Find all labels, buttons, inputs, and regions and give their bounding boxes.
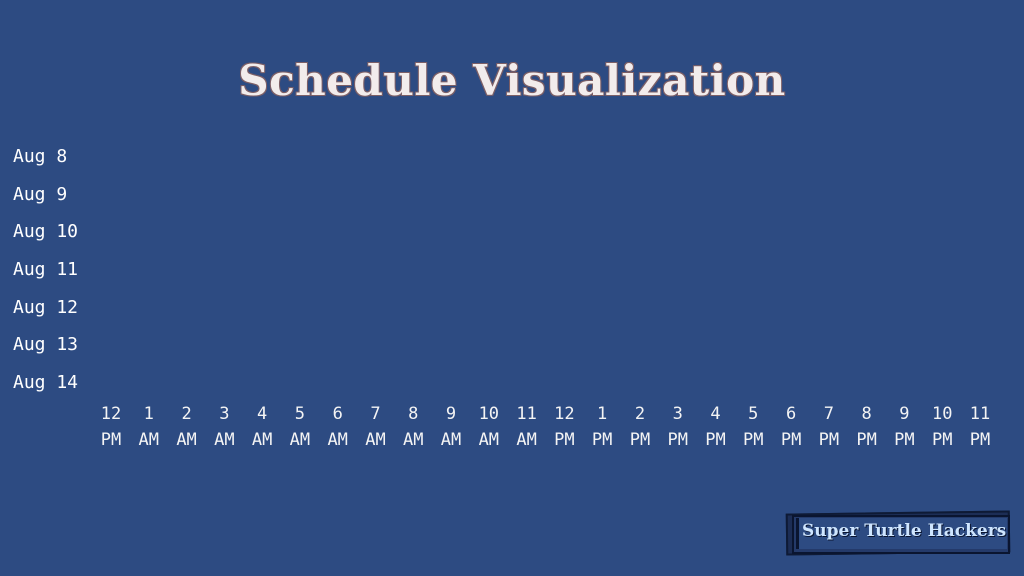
hour-tick-ampm: PM xyxy=(969,430,991,450)
hour-tick: 5 AM xyxy=(280,401,320,453)
hour-tick-ampm: PM xyxy=(743,430,764,450)
hour-tick: 5 PM xyxy=(733,401,773,453)
hour-tick-ampm: AM xyxy=(138,430,160,450)
hour-tick-ampm: PM xyxy=(100,430,122,450)
hour-tick: 6 PM xyxy=(771,401,811,453)
hour-tick: 4 AM xyxy=(242,401,282,453)
day-label: Aug 12 xyxy=(13,296,79,318)
hour-tick: 12 PM xyxy=(544,401,584,453)
day-label: Aug 10 xyxy=(13,221,79,243)
hour-tick: 8 PM xyxy=(847,401,887,453)
hour-tick-number: 3 xyxy=(219,404,230,424)
hour-tick: 2 AM xyxy=(167,401,207,453)
hour-tick: 9 AM xyxy=(431,401,471,453)
hour-tick-number: 9 xyxy=(445,404,457,424)
hour-tick: 11 PM xyxy=(960,401,1000,453)
hour-tick-ampm: AM xyxy=(327,430,348,450)
logo-text: Super Turtle Hackers xyxy=(802,521,1007,541)
hour-tick: 1 PM xyxy=(582,401,622,453)
hour-tick-number: 5 xyxy=(294,404,306,424)
hour-tick: 2 PM xyxy=(620,401,660,453)
hour-tick-ampm: PM xyxy=(591,430,613,450)
hour-tick-number: 11 xyxy=(969,404,991,424)
hour-tick: 3 AM xyxy=(204,401,244,453)
hour-tick-number: 7 xyxy=(370,404,381,424)
hour-tick-ampm: PM xyxy=(818,430,840,450)
hour-tick: 7 AM xyxy=(355,401,395,453)
hour-tick-ampm: PM xyxy=(554,430,575,450)
hour-tick: 8 AM xyxy=(393,401,433,453)
hour-tick-number: 7 xyxy=(823,404,834,424)
hour-tick: 7 PM xyxy=(809,401,849,453)
hour-tick-number: 5 xyxy=(748,404,759,424)
hour-tick-ampm: PM xyxy=(667,430,688,450)
hour-axis: 12 PM 1 AM 2 AM 3 AM 4 AM 5 AM 6 AM 7 AM 8 AM 9 AM 10 AM 11 AM 1… xyxy=(0,401,1024,461)
hour-tick-ampm: AM xyxy=(440,430,462,450)
hour-tick-ampm: AM xyxy=(403,430,424,450)
hour-tick-number: 6 xyxy=(332,404,343,424)
hour-tick-number: 2 xyxy=(634,404,646,424)
hour-tick-ampm: AM xyxy=(251,430,273,450)
hour-tick-number: 8 xyxy=(861,404,872,424)
hour-tick-ampm: PM xyxy=(856,430,877,450)
day-label: Aug 8 xyxy=(13,146,68,167)
hour-tick: 10 PM xyxy=(922,401,962,453)
day-label-list: Aug 8 Aug 9 Aug 10 Aug 11 Aug 12 Aug 13 Aug 14 xyxy=(13,144,78,408)
hour-tick-number: 12 xyxy=(100,404,122,424)
hour-tick-number: 6 xyxy=(785,404,797,424)
hour-tick-number: 12 xyxy=(554,404,575,424)
page-title: Schedule Visualization xyxy=(238,56,786,105)
hour-tick-number: 10 xyxy=(931,404,953,424)
hour-tick-number: 2 xyxy=(181,404,192,424)
hour-tick: 10 AM xyxy=(469,401,509,453)
hour-tick-number: 1 xyxy=(597,404,608,424)
hour-tick-number: 3 xyxy=(672,404,683,424)
hour-tick-number: 10 xyxy=(478,404,500,424)
hour-tick: 4 PM xyxy=(696,401,736,453)
hour-tick: 3 PM xyxy=(658,401,698,453)
hour-tick-ampm: PM xyxy=(894,430,915,450)
hour-tick-ampm: PM xyxy=(780,430,802,450)
day-label: Aug 11 xyxy=(13,259,79,281)
hour-tick: 1 AM xyxy=(129,401,169,453)
hour-tick-number: 4 xyxy=(710,404,721,424)
hour-tick-number: 9 xyxy=(899,404,910,424)
hour-tick-ampm: AM xyxy=(214,430,235,450)
hour-tick: 12 PM xyxy=(91,401,131,453)
hour-tick-number: 4 xyxy=(257,404,268,424)
hour-tick-ampm: AM xyxy=(289,430,311,450)
hour-tick: 6 AM xyxy=(318,401,358,453)
hour-tick-ampm: PM xyxy=(705,430,726,450)
hour-tick-number: 11 xyxy=(516,404,537,424)
hour-tick-ampm: AM xyxy=(176,430,197,450)
hour-tick-ampm: AM xyxy=(478,430,500,450)
hour-tick: 9 PM xyxy=(884,401,924,453)
day-label: Aug 9 xyxy=(13,183,68,205)
hour-tick-ampm: AM xyxy=(365,430,386,450)
hour-tick-number: 1 xyxy=(143,404,154,424)
hour-tick-ampm: PM xyxy=(629,430,651,450)
hour-tick: 11 AM xyxy=(507,401,547,453)
day-label: Aug 13 xyxy=(13,334,79,356)
hour-tick-ampm: PM xyxy=(931,430,953,450)
hour-tick-ampm: AM xyxy=(516,430,537,450)
hour-tick-number: 8 xyxy=(408,404,419,424)
brand-logo: Super Turtle Hackers xyxy=(785,510,1011,556)
